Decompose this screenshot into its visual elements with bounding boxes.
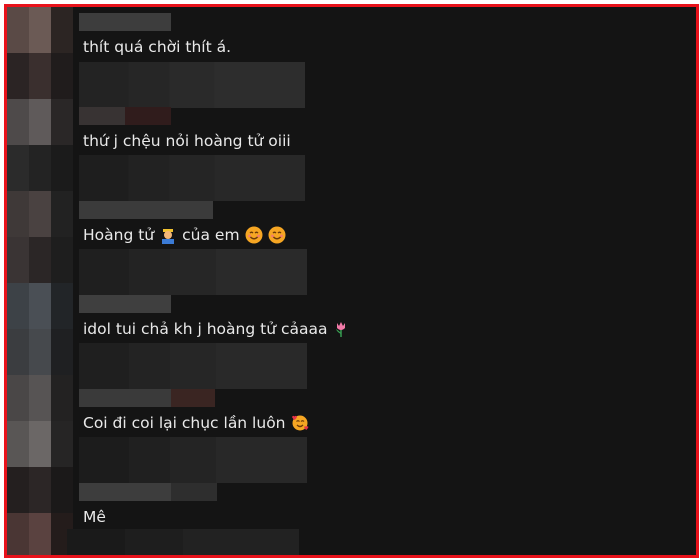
blurred-reply-area xyxy=(79,62,305,108)
comment-6-text: Mê xyxy=(83,508,106,526)
comment-3-text: Hoàng tử xyxy=(83,226,155,244)
blurred-username xyxy=(79,13,171,31)
blurred-reply-area xyxy=(79,155,305,201)
blurred-reply-area xyxy=(79,343,307,389)
comment-3-text-after: của em xyxy=(182,226,240,244)
smiling-face-with-hearts-icon xyxy=(291,414,309,432)
comment-text: thứ j chệu nỏi hoàng tử oiii xyxy=(83,131,291,151)
blurred-reply-area xyxy=(67,529,299,555)
comment-2-text: thứ j chệu nỏi hoàng tử oiii xyxy=(83,132,291,150)
blurred-username xyxy=(79,483,171,501)
blurred-username xyxy=(125,107,171,125)
smiling-face-icon xyxy=(268,226,286,244)
blurred-username xyxy=(79,107,125,125)
comment-4-text: idol tui chả kh j hoàng tử cảaaa xyxy=(83,320,328,338)
blurred-username xyxy=(171,483,217,501)
comment-text: Mê xyxy=(83,507,106,527)
comment-text: Hoàng tử của em xyxy=(83,225,286,245)
blurred-username xyxy=(171,389,215,407)
tulip-icon xyxy=(332,320,350,338)
comment-1-text: thít quá chời thít á. xyxy=(83,38,231,56)
prince-emoji-icon xyxy=(159,226,177,244)
blurred-avatar-strip xyxy=(7,7,73,555)
comment-text: thít quá chời thít á. xyxy=(83,37,231,57)
smiling-face-icon xyxy=(245,226,263,244)
comment-text: idol tui chả kh j hoàng tử cảaaa xyxy=(83,319,350,339)
blurred-username xyxy=(79,295,171,313)
blurred-reply-area xyxy=(79,249,307,295)
blurred-username xyxy=(79,389,171,407)
comment-text: Coi đi coi lại chục lần luôn xyxy=(83,413,309,433)
blurred-reply-area xyxy=(79,437,307,483)
blurred-username xyxy=(79,201,213,219)
comment-thread-screenshot: thít quá chời thít á. thứ j chệu nỏi hoà… xyxy=(4,4,699,558)
comment-5-text: Coi đi coi lại chục lần luôn xyxy=(83,414,286,432)
